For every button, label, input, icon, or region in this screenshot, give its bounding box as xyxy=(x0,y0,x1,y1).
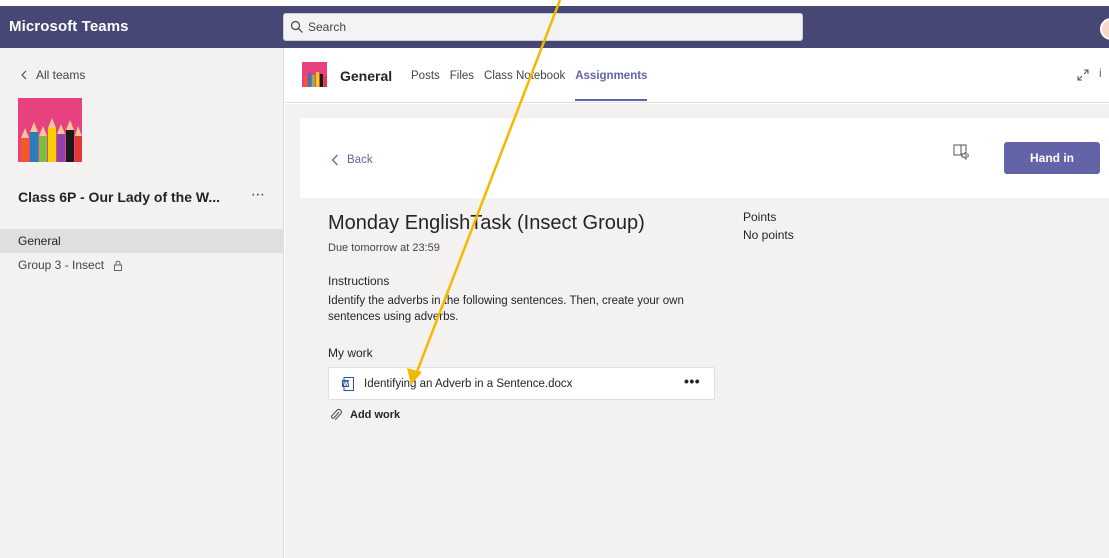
due-date: Due tomorrow at 23:59 xyxy=(328,242,440,254)
instructions-text: Identify the adverbs in the following se… xyxy=(328,295,684,323)
search-input[interactable] xyxy=(308,14,788,40)
search-box[interactable] xyxy=(283,13,803,41)
tab-files[interactable]: Files xyxy=(450,70,474,103)
back-label: Back xyxy=(347,154,373,166)
tab-assignments[interactable]: Assignments xyxy=(575,70,648,103)
tab-class-notebook[interactable]: Class Notebook xyxy=(484,70,565,103)
channel-title: General xyxy=(340,68,393,84)
channel-item-general[interactable]: General xyxy=(0,229,283,253)
file-name[interactable]: Identifying an Adverb in a Sentence.docx xyxy=(364,378,572,390)
attached-file[interactable]: W Identifying an Adverb in a Sentence.do… xyxy=(328,367,715,400)
chevron-left-icon xyxy=(21,70,27,80)
assignment-toolbar: Back Hand in xyxy=(300,118,1109,198)
team-more-button[interactable]: ⋯ xyxy=(251,186,266,203)
my-work-label: My work xyxy=(328,346,373,360)
paperclip-icon xyxy=(331,408,342,421)
immersive-reader-icon[interactable] xyxy=(951,142,971,162)
hand-in-button[interactable]: Hand in xyxy=(1004,142,1100,174)
info-icon[interactable]: i xyxy=(1099,66,1102,80)
all-teams-label: All teams xyxy=(36,68,86,82)
top-bar: Microsoft Teams xyxy=(0,0,1109,48)
lock-icon xyxy=(114,261,123,272)
add-work-button[interactable]: Add work xyxy=(330,408,400,422)
app-title: Microsoft Teams xyxy=(9,18,129,35)
points-label: Points xyxy=(743,210,777,224)
pencils-image xyxy=(18,98,82,162)
add-work-label: Add work xyxy=(350,409,401,421)
points-value: No points xyxy=(743,228,794,242)
channel-label: Group 3 - Insect xyxy=(18,258,105,272)
instructions-label: Instructions xyxy=(328,274,390,288)
channel-item-group-3-insect[interactable]: Group 3 - Insect xyxy=(0,253,283,277)
channel-team-icon xyxy=(302,62,327,87)
team-avatar xyxy=(18,98,82,162)
team-name: Class 6P - Our Lady of the W... xyxy=(18,189,221,205)
channel-header: General Posts Files Class Notebook Assig… xyxy=(285,48,1109,103)
tab-posts[interactable]: Posts xyxy=(411,70,440,103)
chevron-left-icon xyxy=(331,154,338,166)
expand-icon[interactable] xyxy=(1076,68,1090,82)
svg-text:W: W xyxy=(343,382,349,388)
all-teams-link[interactable]: All teams xyxy=(20,68,85,82)
pencils-icon xyxy=(302,62,327,87)
user-avatar[interactable] xyxy=(1100,18,1109,40)
more-icon[interactable]: ••• xyxy=(684,373,700,389)
back-button[interactable]: Back xyxy=(331,154,373,166)
left-panel: All teams Class 6P - Our Lady of the W..… xyxy=(0,48,284,558)
word-file-icon: W xyxy=(342,377,354,391)
assignment-content: Back Hand in Monday EnglishTask (Insect … xyxy=(285,104,1109,558)
assignment-title: Monday EnglishTask (Insect Group) xyxy=(328,212,645,234)
channel-label: General xyxy=(18,234,61,248)
channel-tabs: Posts Files Class Notebook Assignments xyxy=(411,70,648,103)
search-icon xyxy=(290,20,303,33)
window-edge xyxy=(0,0,1109,6)
